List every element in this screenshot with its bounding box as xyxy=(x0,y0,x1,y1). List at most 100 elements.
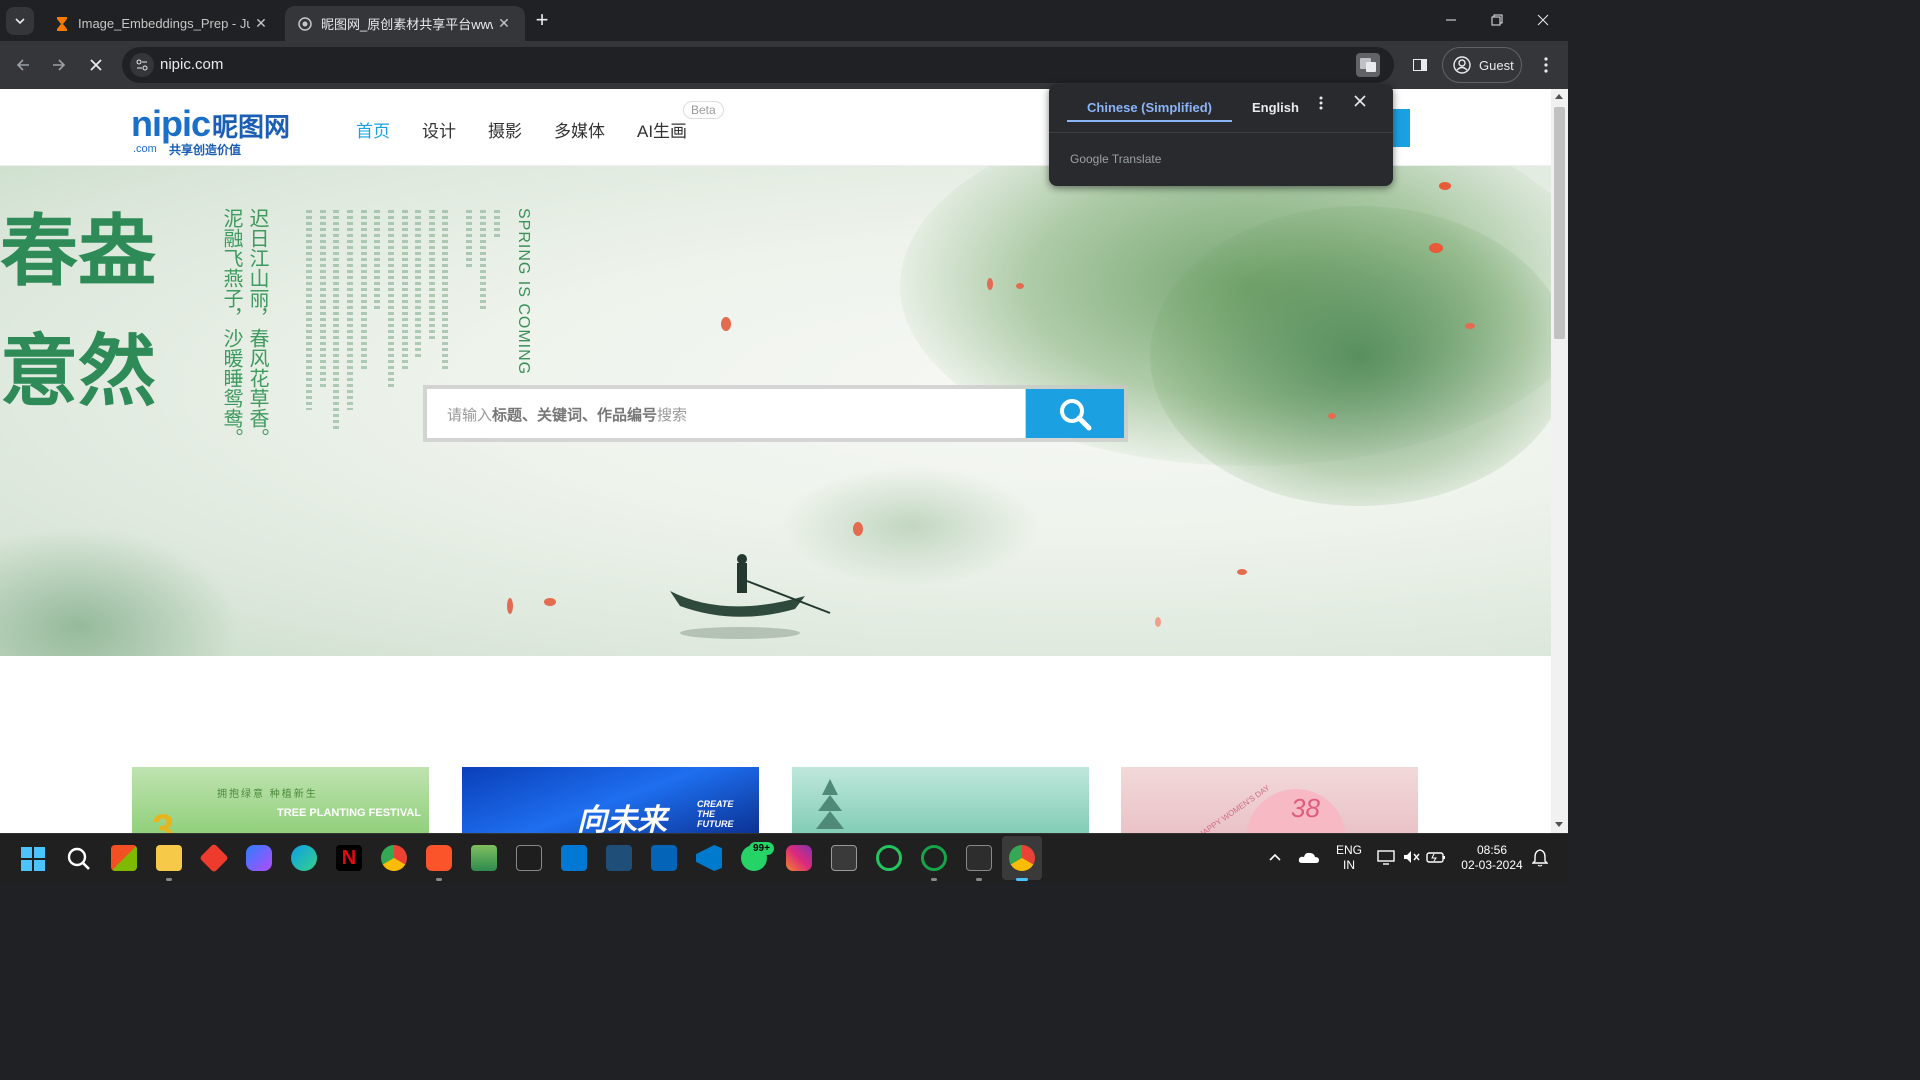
translate-close-button[interactable] xyxy=(1354,94,1366,112)
address-bar[interactable]: nipic.com xyxy=(122,47,1394,83)
forward-button[interactable] xyxy=(45,51,73,79)
loader-icon-2[interactable] xyxy=(921,845,947,871)
restore-icon xyxy=(1491,14,1503,26)
tab-close-icon[interactable]: ✕ xyxy=(495,15,513,32)
source-language-tab[interactable]: Chinese (Simplified) xyxy=(1067,94,1232,122)
header-action-button[interactable] xyxy=(1390,109,1410,147)
decorative-text-column xyxy=(374,210,380,310)
nav-item-multimedia[interactable]: 多媒体 xyxy=(554,117,605,142)
instagram-icon[interactable] xyxy=(786,845,812,871)
side-panel-button[interactable] xyxy=(1406,51,1434,79)
new-tab-button[interactable]: + xyxy=(530,8,554,32)
running-indicator xyxy=(166,878,172,881)
decorative-text-column xyxy=(388,210,394,390)
network-icon[interactable] xyxy=(1377,849,1395,865)
site-logo[interactable]: nipic昵图网 .com 共享创造价值 xyxy=(131,103,291,157)
nav-item-photography[interactable]: 摄影 xyxy=(488,117,522,142)
thumbnail-subtitle: CREATE THE FUTURE xyxy=(697,799,734,829)
tab-close-icon[interactable]: ✕ xyxy=(252,15,270,32)
browser-toolbar: nipic.com Guest xyxy=(0,41,1568,89)
tune-icon xyxy=(136,59,148,71)
tab-nipic[interactable]: 昵图网_原创素材共享平台www. ✕ xyxy=(285,6,525,41)
thumbnail-card[interactable]: 向未来 CREATE THE FUTURE xyxy=(462,767,759,833)
hourglass-icon xyxy=(57,16,67,31)
profile-button[interactable]: Guest xyxy=(1442,47,1522,83)
search-icon xyxy=(1060,398,1092,430)
decorative-text-column xyxy=(429,210,435,340)
thumbnail-card[interactable]: 38 HAPPY WOMEN'S DAY xyxy=(1121,767,1418,833)
thumbnail-title: 向未来 xyxy=(577,804,667,833)
restore-button[interactable] xyxy=(1474,0,1520,40)
notepad-icon[interactable] xyxy=(471,845,497,871)
profile-label: Guest xyxy=(1479,57,1514,73)
file-explorer-icon[interactable] xyxy=(156,845,182,871)
thumbnail-card[interactable] xyxy=(792,767,1089,833)
netflix-icon[interactable]: N xyxy=(336,845,362,871)
url-text[interactable]: nipic.com xyxy=(160,56,223,73)
battery-icon[interactable] xyxy=(1426,849,1446,865)
cmd-icon[interactable] xyxy=(966,845,992,871)
scroll-up-icon[interactable] xyxy=(1555,94,1563,99)
target-language-tab[interactable]: English xyxy=(1232,94,1319,122)
loader-icon[interactable] xyxy=(876,845,902,871)
vscode-icon[interactable] xyxy=(696,845,722,871)
onedrive-icon[interactable] xyxy=(1298,849,1320,865)
translate-options-button[interactable] xyxy=(1319,96,1323,115)
scrollbar-thumb[interactable] xyxy=(1554,107,1565,339)
language-indicator[interactable]: ENG IN xyxy=(1334,843,1364,873)
edge-icon[interactable] xyxy=(291,845,317,871)
minimize-button[interactable] xyxy=(1428,0,1474,40)
anydesk-icon[interactable] xyxy=(199,843,229,873)
back-button[interactable] xyxy=(9,51,37,79)
site-info-button[interactable] xyxy=(130,53,154,77)
scroll-down-icon[interactable] xyxy=(1555,822,1563,827)
translate-button[interactable] xyxy=(1356,53,1380,77)
notification-bell-icon[interactable] xyxy=(1532,849,1548,867)
decorative-text-column xyxy=(442,210,448,370)
poem-column-1: 迟日江山丽，春风花草香。 xyxy=(246,208,270,448)
globe-icon xyxy=(298,16,312,31)
decorative-text-column xyxy=(347,210,353,410)
brave-icon[interactable] xyxy=(426,845,452,871)
terminal-icon[interactable] xyxy=(516,845,542,871)
tab-search-button[interactable] xyxy=(6,7,34,35)
volume-muted-icon[interactable] xyxy=(1402,849,1420,865)
search-input[interactable] xyxy=(427,389,1025,438)
chevron-up-icon[interactable] xyxy=(1268,852,1282,862)
minimize-icon xyxy=(1446,19,1456,21)
close-window-button[interactable] xyxy=(1520,0,1566,40)
chrome-active-icon[interactable] xyxy=(1009,845,1035,871)
nav-item-home[interactable]: 首页 xyxy=(356,117,390,142)
tab-jupyter[interactable]: Image_Embeddings_Prep - Jupy ✕ xyxy=(42,6,282,41)
thumbnail-title: 38 xyxy=(1291,793,1320,823)
close-icon xyxy=(90,59,102,71)
decorative-text-column xyxy=(333,210,339,430)
store-icon[interactable] xyxy=(111,845,137,871)
page-scrollbar[interactable] xyxy=(1551,89,1568,833)
outlook-icon[interactable] xyxy=(651,845,677,871)
clock[interactable]: 08:56 02-03-2024 xyxy=(1452,843,1532,873)
thumbnail-card[interactable]: 拥抱绿意 种植新生 3 TREE PLANTING FESTIVAL xyxy=(132,767,429,833)
stop-loading-button[interactable] xyxy=(82,51,110,79)
chrome-icon[interactable] xyxy=(381,845,407,871)
search-icon[interactable] xyxy=(67,847,91,871)
prime-video-icon[interactable] xyxy=(606,845,632,871)
logo-cn-name: 昵图网 xyxy=(212,112,291,142)
clock-time: 08:56 xyxy=(1476,843,1508,857)
windows-start-icon[interactable] xyxy=(21,847,45,871)
browser-menu-button[interactable] xyxy=(1532,51,1560,79)
side-panel-icon xyxy=(1413,59,1427,71)
copilot-icon[interactable] xyxy=(246,845,272,871)
decorative-text-column xyxy=(494,210,500,240)
settings-app-icon[interactable] xyxy=(831,845,857,871)
windows-app-icon[interactable] xyxy=(561,845,587,871)
search-button[interactable] xyxy=(1026,389,1124,438)
decorative-text-column xyxy=(480,210,486,310)
nav-item-ai-painting[interactable]: AI生画 xyxy=(637,117,687,142)
nav-item-design[interactable]: 设计 xyxy=(422,117,456,142)
google-translate-brand: Google Translate xyxy=(1070,152,1162,166)
divider xyxy=(1049,132,1393,133)
logo-domain: .com xyxy=(133,143,157,155)
decorative-text-column xyxy=(466,210,472,270)
hero-banner: 春盎 意然 迟日江山丽，春风花草香。 泥融飞燕子，沙暖睡鸳鸯。 SPRING I… xyxy=(0,166,1551,656)
